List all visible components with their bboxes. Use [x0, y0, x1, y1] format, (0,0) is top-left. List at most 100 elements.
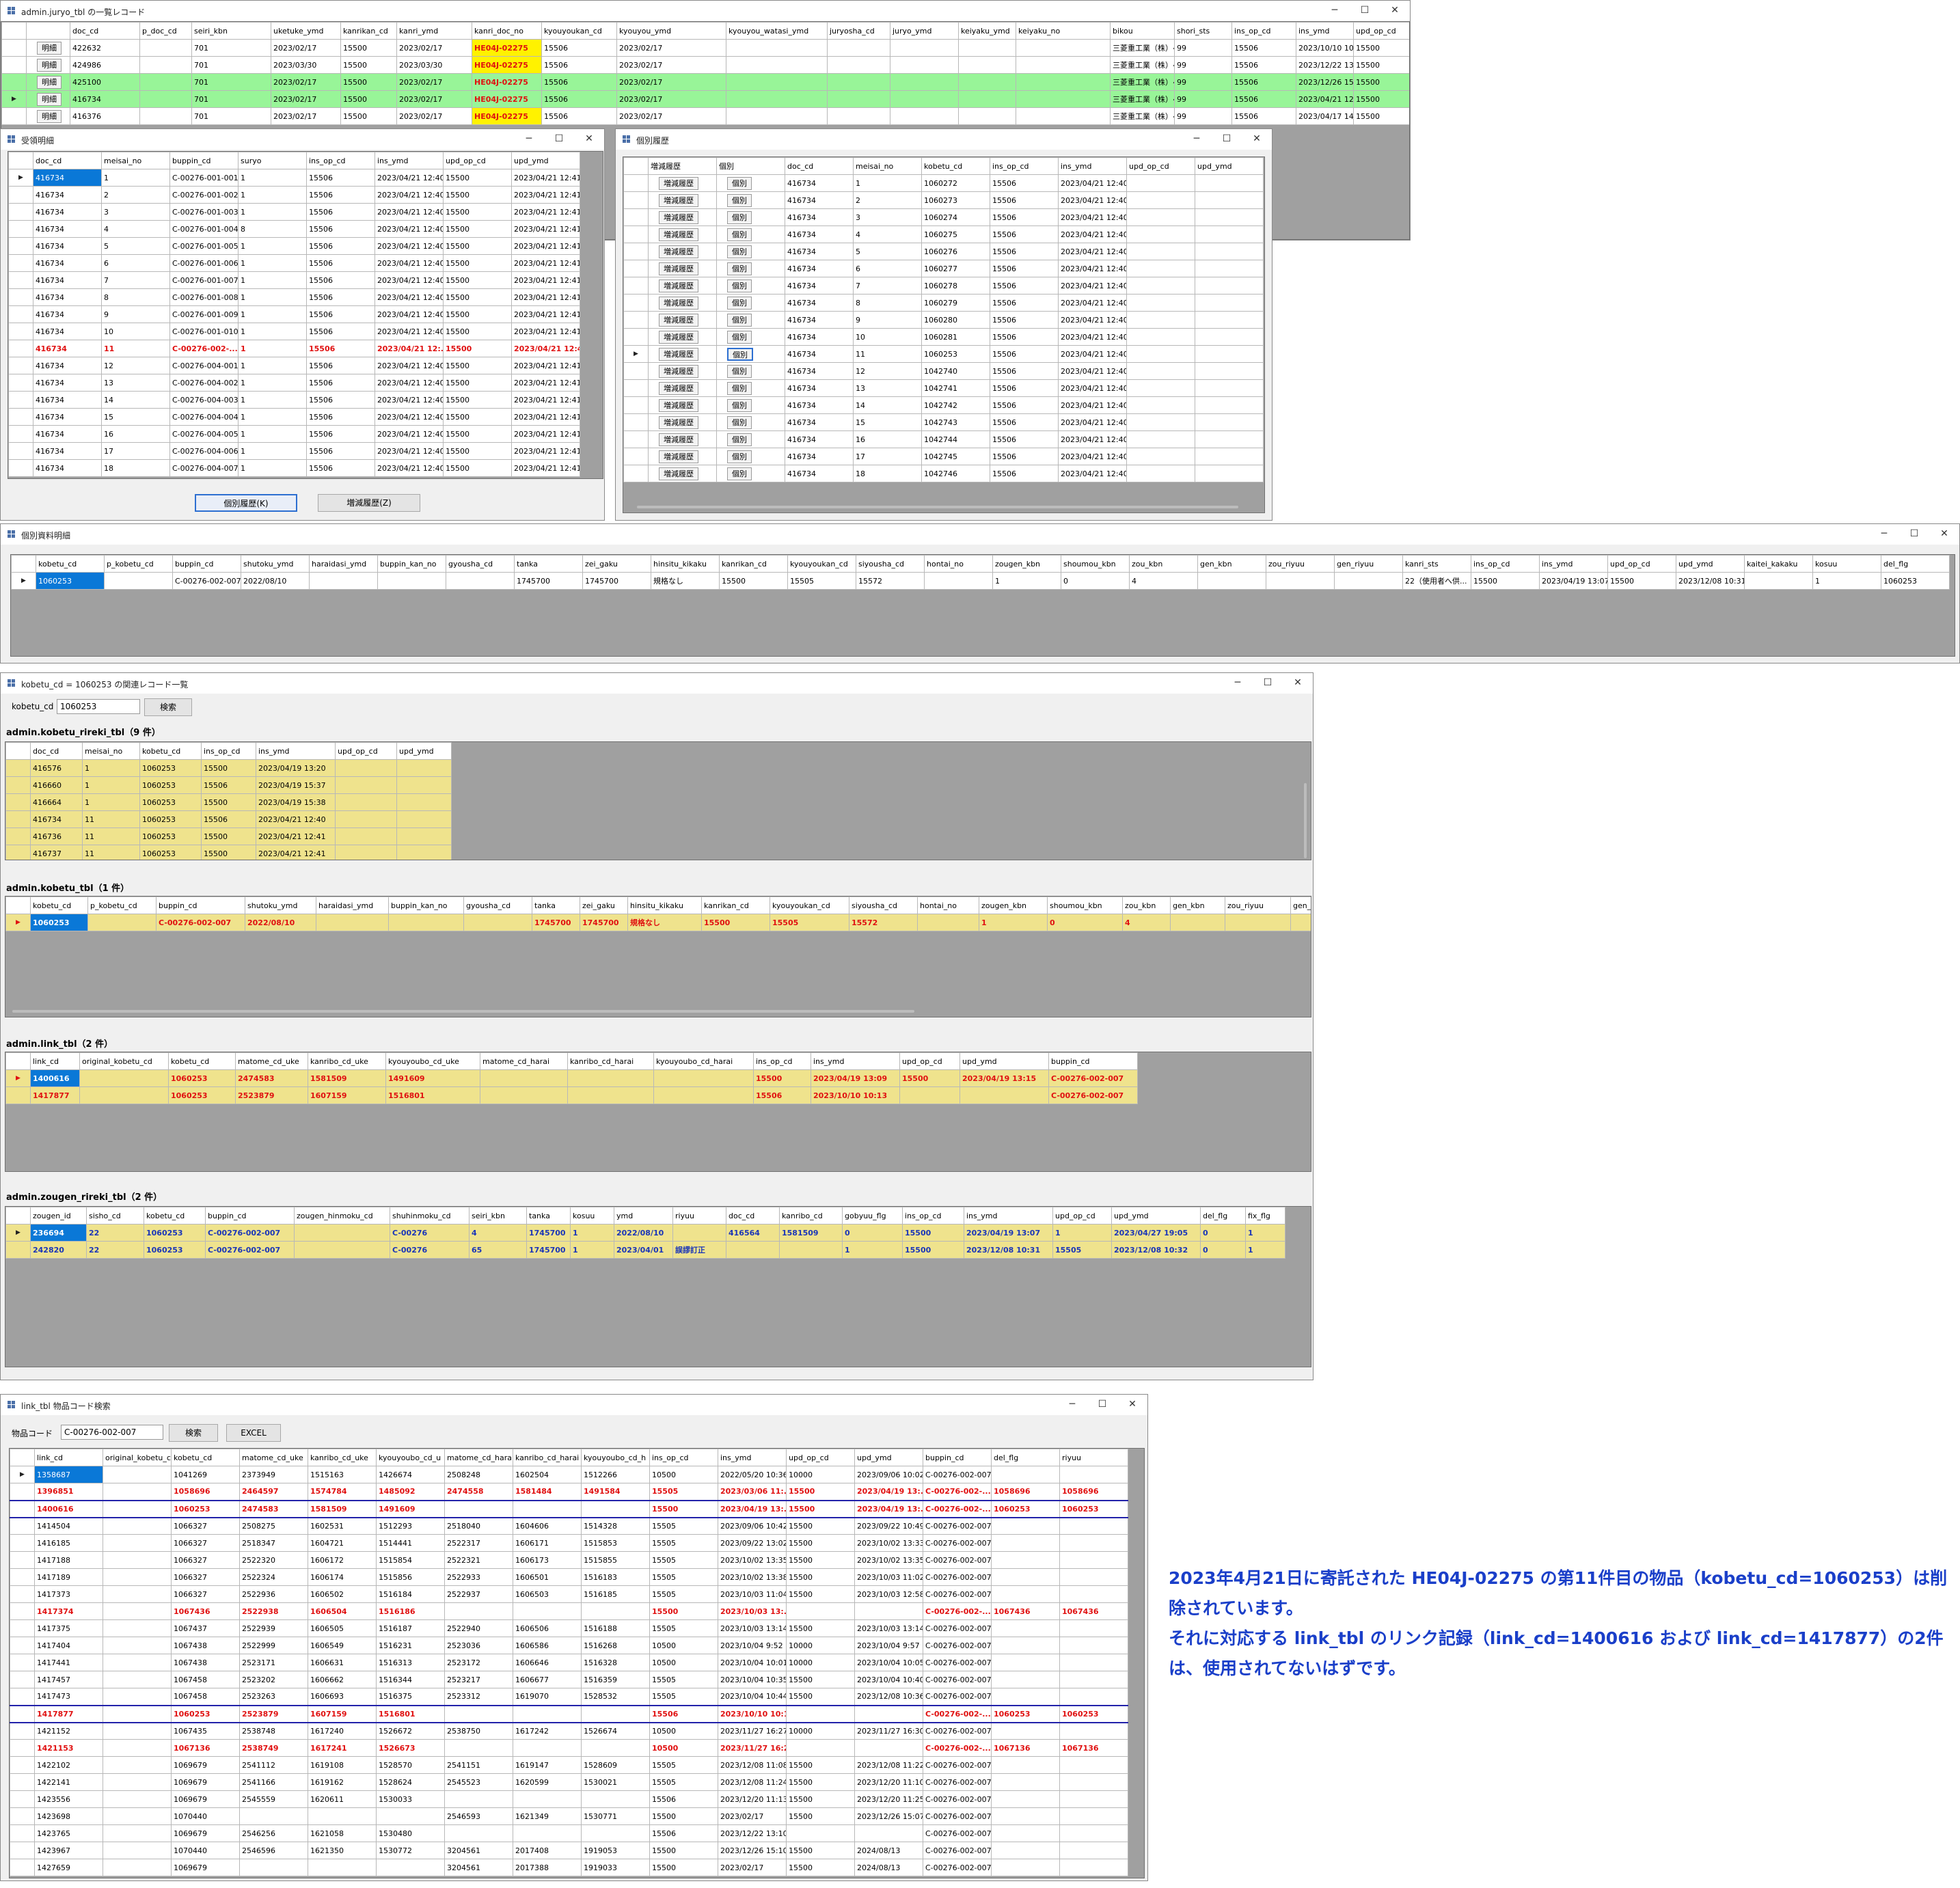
row-header[interactable]: [10, 1534, 35, 1552]
meisai-button[interactable]: 明細: [37, 75, 62, 89]
column-header[interactable]: kyouyoubo_cd_harai: [653, 1052, 754, 1070]
minimize-icon[interactable]: ─: [1320, 1, 1350, 21]
table-row[interactable]: 明細 425100 701 2023/02/17 15500 2023/02/17 HE04…: [1, 73, 1409, 91]
row-header[interactable]: [623, 277, 649, 295]
table-row[interactable]: ▶ 1400616 1060253 2474583 1581509 1491609 1550…: [5, 1069, 1138, 1087]
column-header[interactable]: gen_riyuu: [1334, 555, 1403, 573]
zougen-history-row-button[interactable]: 増減履歴: [659, 433, 698, 446]
row-header[interactable]: [1, 39, 27, 57]
row-header[interactable]: [5, 793, 31, 811]
column-header[interactable]: buppin_cd: [172, 555, 241, 573]
kobetu-rireki-grid[interactable]: doc_cd meisai_no kobetu_cd ins_op_cd ins_ymd…: [5, 741, 1311, 860]
row-header[interactable]: [10, 1739, 35, 1757]
kobetsu-cell[interactable]: 個別: [716, 413, 785, 431]
table-row[interactable]: 416734 2 C-00276-001-002 1 15506 2023/04/21 1…: [8, 186, 580, 204]
close-icon[interactable]: ✕: [1283, 673, 1313, 694]
kobetsu-row-button[interactable]: 個別: [727, 210, 752, 224]
column-header[interactable]: ins_op_cd: [902, 1207, 964, 1225]
table-row[interactable]: 1422102 1069679 2541112 1619108 1528570 25411…: [10, 1756, 1128, 1774]
table-row[interactable]: 416736 11 1060253 15500 2023/04/21 12:41: [5, 827, 452, 845]
column-header[interactable]: kosuu: [570, 1207, 614, 1225]
row-header[interactable]: [8, 271, 33, 289]
column-header[interactable]: doc_cd: [70, 22, 140, 40]
table-row[interactable]: 416660 1 1060253 15506 2023/04/19 15:37: [5, 776, 452, 794]
table-row[interactable]: 1423765 1069679 2546256 1621058 1530480 15506…: [10, 1824, 1128, 1842]
minimize-icon[interactable]: ─: [514, 129, 544, 150]
row-header[interactable]: [623, 362, 649, 380]
column-header[interactable]: kaitei_kakaku: [1744, 555, 1813, 573]
kobetsu-cell[interactable]: 個別: [716, 448, 785, 465]
row-header[interactable]: [10, 1859, 35, 1876]
column-header[interactable]: gen_kbn: [1197, 555, 1266, 573]
zougen-history-row-button[interactable]: 増減履歴: [659, 228, 698, 241]
column-header[interactable]: siyousha_cd: [856, 555, 925, 573]
row-header[interactable]: [8, 186, 33, 204]
kobetsu-cell[interactable]: 個別: [716, 225, 785, 243]
meisai-button-cell[interactable]: 明細: [26, 90, 70, 108]
row-header[interactable]: [623, 243, 649, 260]
zougen-history-row-button[interactable]: 増減履歴: [659, 176, 698, 190]
column-header[interactable]: buppin_cd: [169, 152, 239, 169]
zougen-history-cell[interactable]: 増減履歴: [648, 379, 717, 397]
column-header[interactable]: tanka: [514, 555, 583, 573]
row-header[interactable]: [10, 1517, 35, 1535]
row-header[interactable]: [623, 311, 649, 329]
zougen-history-cell[interactable]: 増減履歴: [648, 362, 717, 380]
zougen-history-cell[interactable]: 増減履歴: [648, 225, 717, 243]
current-row-indicator[interactable]: ▶: [10, 1466, 35, 1483]
column-header[interactable]: kyouyoubo_cd_uke: [385, 1052, 480, 1070]
kobetsu-cell[interactable]: 個別: [716, 174, 785, 192]
column-header[interactable]: ins_ymd: [375, 152, 444, 169]
current-row-indicator[interactable]: ▶: [5, 1069, 31, 1087]
row-header[interactable]: [623, 379, 649, 397]
column-header[interactable]: p_kobetu_cd: [104, 555, 173, 573]
close-icon[interactable]: ✕: [1380, 1, 1410, 21]
table-row[interactable]: 1427659 1069679 3204561 2017388 1919033 15500…: [10, 1859, 1128, 1876]
kobetu-cd-input[interactable]: 1060253: [57, 699, 140, 714]
table-row[interactable]: ▶ 1060253 C-00276-002-007 2022/08/10 1745700…: [5, 914, 1311, 931]
column-header[interactable]: gyousha_cd: [463, 897, 532, 914]
row-header[interactable]: [10, 1654, 35, 1671]
row-header[interactable]: [10, 1671, 35, 1688]
column-header[interactable]: kyouyoukan_cd: [787, 555, 856, 573]
kobetsu-cell[interactable]: 個別: [716, 243, 785, 260]
vertical-scrollbar[interactable]: [1304, 783, 1307, 858]
table-row[interactable]: 増減履歴 個別 416734 7 1060278 15506 2023/04/21 12:4…: [623, 277, 1264, 295]
column-header[interactable]: kanribo_cd_uke: [308, 1052, 386, 1070]
table-row[interactable]: 1417877 1060253 2523879 1607159 1516801 15506…: [5, 1086, 1138, 1104]
meisai-button-cell[interactable]: 明細: [26, 107, 70, 125]
column-header[interactable]: gobyuu_flg: [842, 1207, 903, 1225]
zougen-history-cell[interactable]: 増減履歴: [648, 191, 717, 209]
row-header[interactable]: [8, 357, 33, 374]
column-header[interactable]: gen_kbn: [1170, 897, 1225, 914]
row-header[interactable]: [623, 208, 649, 226]
table-row[interactable]: 416734 7 C-00276-001-007 1 15506 2023/04/21 1…: [8, 271, 580, 289]
zougen-history-row-button[interactable]: 増減履歴: [659, 279, 698, 292]
column-header[interactable]: doc_cd: [30, 742, 83, 760]
column-header[interactable]: kobetu_cd: [168, 1052, 236, 1070]
column-header[interactable]: kanrikan_cd: [701, 897, 770, 914]
column-header[interactable]: kyouyou_watasi_ymd: [726, 22, 828, 40]
column-header[interactable]: zou_kbn: [1129, 555, 1198, 573]
column-header[interactable]: kanribo_cd_harai: [567, 1052, 654, 1070]
meisai-button-cell[interactable]: 明細: [26, 73, 70, 91]
column-header[interactable]: original_kobetu_cd: [103, 1449, 172, 1466]
column-header[interactable]: kyouyoubo_cd_h: [581, 1449, 650, 1466]
kobetsu-row-button[interactable]: 個別: [727, 398, 752, 412]
table-row[interactable]: 1417374 1067436 2522938 1606504 1516186 15500…: [10, 1602, 1128, 1620]
column-header[interactable]: kobetu_cd: [30, 897, 88, 914]
search-button[interactable]: 検索: [169, 1424, 218, 1442]
zougen-rireki-grid[interactable]: zougen_id sisho_cd kobetu_cd buppin_cd zouge…: [5, 1206, 1311, 1367]
horizontal-scrollbar[interactable]: [637, 506, 1238, 508]
table-row[interactable]: 416734 13 C-00276-004-002 1 15506 2023/04/21 …: [8, 374, 580, 392]
column-header[interactable]: buppin_cd: [1048, 1052, 1138, 1070]
column-header[interactable]: seiri_kbn: [191, 22, 271, 40]
table-row[interactable]: 416737 11 1060253 15500 2023/04/21 12:41: [5, 845, 452, 860]
column-header[interactable]: upd_op_cd: [443, 152, 512, 169]
zougen-history-cell[interactable]: 増減履歴: [648, 328, 717, 346]
table-row[interactable]: 1417473 1067458 2523263 1606693 1516375 25233…: [10, 1688, 1128, 1706]
column-header[interactable]: ins_op_cd: [201, 742, 256, 760]
column-header[interactable]: zougen_kbn: [979, 897, 1048, 914]
column-header[interactable]: suryo: [238, 152, 307, 169]
row-header[interactable]: [623, 294, 649, 312]
